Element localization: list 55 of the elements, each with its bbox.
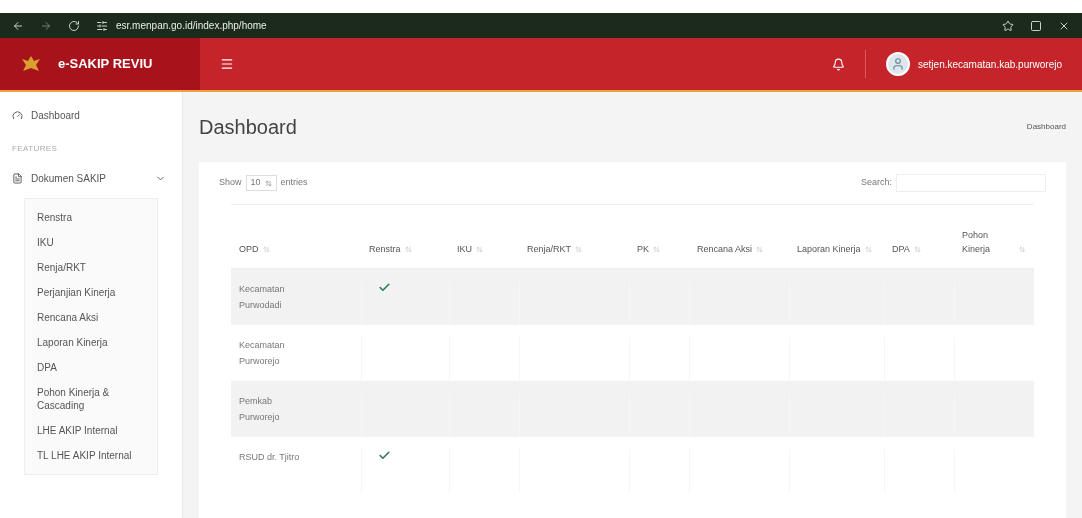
column-header[interactable]: Laporan Kinerja: [797, 242, 861, 256]
bookmark-star-icon[interactable]: [1002, 19, 1014, 32]
sort-icon[interactable]: [575, 246, 582, 253]
menu-icon[interactable]: [220, 57, 234, 71]
entries-label: entries: [280, 176, 308, 190]
reload-icon[interactable]: [68, 19, 80, 32]
updown-arrows-icon: [264, 179, 272, 187]
page-title: Dashboard: [199, 115, 297, 140]
column-header[interactable]: DPA: [892, 242, 910, 256]
search-label: Search:: [860, 176, 892, 190]
sort-icon[interactable]: [476, 246, 483, 253]
sort-icon[interactable]: [913, 246, 921, 253]
submenu-item[interactable]: LHE AKIP Internal: [37, 424, 145, 437]
column-header[interactable]: Rencana Aksi: [697, 242, 753, 256]
opd-cell-text: Pemkab Purworejo: [239, 395, 281, 424]
sidebar-section-heading: FEATURES: [11, 143, 59, 155]
submenu-item[interactable]: IKU: [37, 236, 145, 249]
opd-cell-text: Kecamatan Purworejo: [239, 339, 286, 368]
submenu-item[interactable]: Rencana Aksi: [37, 311, 145, 324]
user-name[interactable]: setjen.kecamatan.kab.purworejo: [918, 56, 1062, 72]
notification-bell-icon[interactable]: [832, 57, 845, 71]
submenu-item[interactable]: Perjanjian Kinerja: [37, 286, 145, 299]
column-header[interactable]: Renstra: [369, 242, 401, 256]
sort-icon[interactable]: [1019, 246, 1026, 253]
column-header[interactable]: Pohon Kinerja: [962, 228, 1016, 256]
document-icon: [12, 173, 23, 184]
column-header[interactable]: IKU: [457, 242, 472, 256]
submenu-item[interactable]: Laporan Kinerja: [37, 336, 145, 349]
dashboard-icon: [12, 110, 23, 121]
avatar-icon[interactable]: [886, 52, 910, 76]
page-size-select[interactable]: 10: [245, 175, 277, 191]
submenu-item[interactable]: Pohon Kinerja & Cascading: [37, 386, 145, 412]
sidebar-group-toggle[interactable]: Dokumen SAKIP: [31, 171, 107, 186]
sort-icon[interactable]: [756, 246, 764, 253]
tab-icon[interactable]: [1030, 19, 1042, 32]
submenu-item[interactable]: TL LHE AKIP Internal: [37, 449, 145, 462]
url-text[interactable]: esr.menpan.go.id/index.php/home: [116, 18, 267, 33]
back-icon[interactable]: [12, 19, 24, 32]
sort-icon[interactable]: [864, 246, 872, 253]
submenu-item[interactable]: Renja/RKT: [37, 261, 145, 274]
breadcrumb[interactable]: Dashboard: [1026, 121, 1066, 133]
submenu-item[interactable]: DPA: [37, 361, 145, 374]
show-label: Show: [219, 176, 242, 190]
column-header[interactable]: PK: [637, 242, 649, 256]
sort-icon[interactable]: [404, 246, 412, 253]
brand-title: e-SAKIP REVIU: [58, 55, 153, 74]
column-header[interactable]: OPD: [239, 242, 259, 256]
sidebar-link[interactable]: Dashboard: [31, 108, 80, 123]
column-header[interactable]: Renja/RKT: [527, 242, 571, 256]
opd-cell-text: RSUD dr. Tjitro: [239, 451, 301, 464]
site-settings-icon[interactable]: [96, 19, 108, 32]
submenu-item[interactable]: Renstra: [37, 211, 145, 224]
sort-icon[interactable]: [653, 246, 660, 253]
opd-cell-text: Kecamatan Purwodadi: [239, 283, 286, 312]
sort-icon[interactable]: [262, 246, 270, 253]
